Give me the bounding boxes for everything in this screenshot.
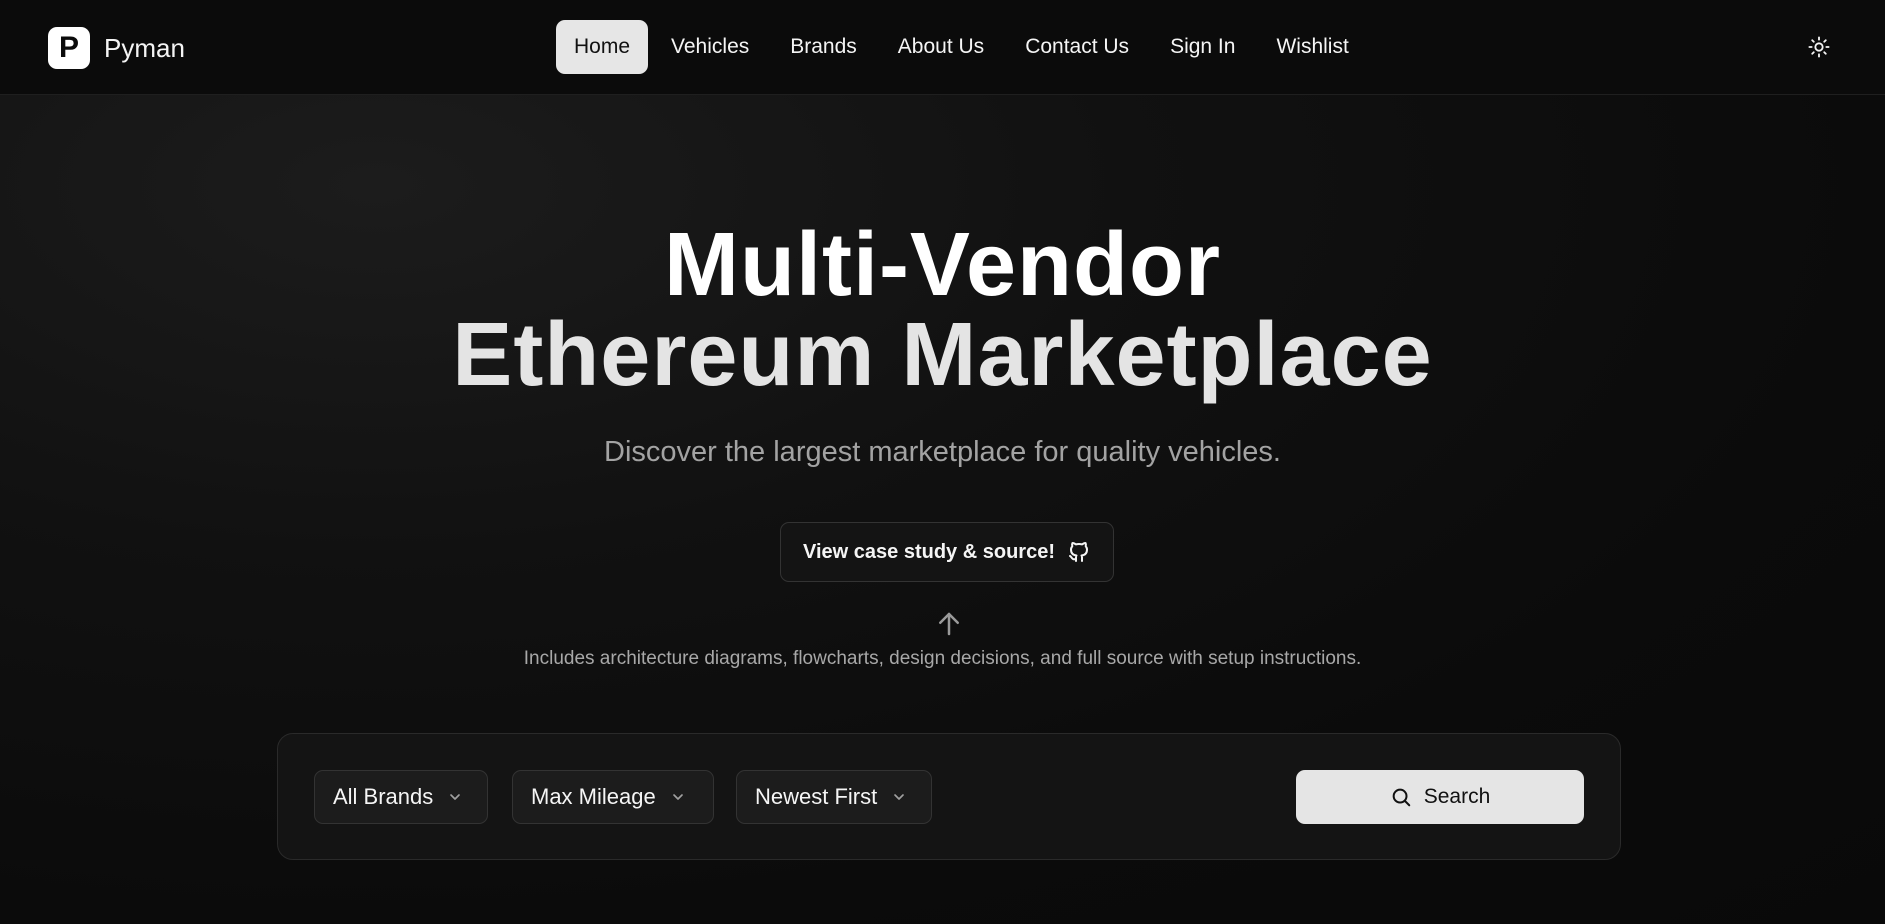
brand-name: Pyman (104, 32, 185, 63)
nav-item-sign-in[interactable]: Sign In (1152, 20, 1253, 74)
hero-title-line2: Ethereum Marketplace (452, 305, 1433, 405)
search-panel: All Brands Max Mileage Newest First Sear… (277, 733, 1621, 860)
nav-item-home[interactable]: Home (556, 20, 649, 74)
theme-toggle-button[interactable] (1808, 36, 1830, 58)
mileage-filter-select[interactable]: Max Mileage (512, 770, 714, 824)
hero-subtitle: Discover the largest marketplace for qua… (604, 436, 1281, 468)
brand[interactable]: P Pyman (48, 27, 185, 69)
hero-title: Multi-Vendor Ethereum Marketplace (0, 220, 1885, 400)
sort-label: Newest First (755, 784, 878, 809)
brand-logo: P (48, 27, 90, 69)
chevron-down-icon (894, 794, 905, 800)
search-button[interactable]: Search (1296, 770, 1584, 824)
brand-filter-select[interactable]: All Brands (314, 770, 488, 824)
search-icon (1392, 788, 1410, 807)
main-nav: Home Vehicles Brands About Us Contact Us… (556, 20, 1372, 74)
site-header: P Pyman Home Vehicles Brands About Us Co… (0, 0, 1885, 95)
case-study-button[interactable]: View case study & source! (780, 522, 1114, 582)
case-study-button-label: View case study & source! (803, 540, 1055, 563)
chevron-down-icon (672, 794, 683, 800)
arrow-up-icon (939, 612, 959, 636)
github-icon (1068, 542, 1088, 562)
case-study-note: Includes architecture diagrams, flowchar… (523, 648, 1362, 669)
hero-title-line1: Multi-Vendor (664, 215, 1221, 315)
page: P Pyman Home Vehicles Brands About Us Co… (0, 0, 1885, 924)
brand-filter-label: All Brands (333, 784, 434, 809)
nav-item-brands[interactable]: Brands (772, 20, 875, 74)
nav-item-contact-us[interactable]: Contact Us (1007, 20, 1147, 74)
search-button-label: Search (1423, 785, 1491, 808)
chevron-down-icon (450, 794, 461, 800)
nav-item-about-us[interactable]: About Us (880, 20, 1002, 74)
nav-item-vehicles[interactable]: Vehicles (653, 20, 767, 74)
mileage-filter-label: Max Mileage (531, 784, 656, 809)
sun-icon (1808, 36, 1830, 58)
nav-item-wishlist[interactable]: Wishlist (1258, 20, 1366, 74)
sort-select[interactable]: Newest First (736, 770, 932, 824)
